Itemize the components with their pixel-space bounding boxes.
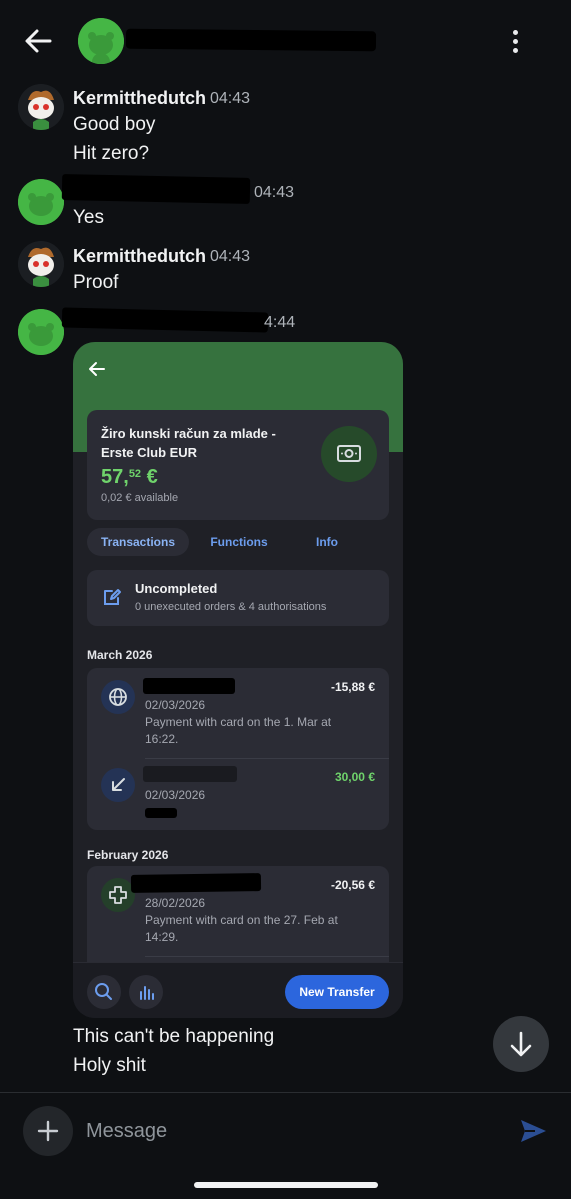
edit-document-icon [101, 586, 123, 608]
arrow-down-icon [510, 1031, 532, 1057]
bar-chart-icon [129, 975, 163, 1009]
sender-avatar[interactable] [18, 309, 64, 355]
uncompleted-title: Uncompleted [135, 581, 218, 596]
transaction-description: Payment with card on the 1. Mar at 16:22… [145, 715, 332, 746]
bank-bottom-bar: New Transfer [73, 962, 403, 1018]
search-icon [87, 975, 121, 1009]
tab-functions: Functions [210, 535, 268, 549]
sender-name-redacted [61, 174, 251, 204]
bank-tabs: Transactions Functions Info [87, 528, 389, 556]
pharmacy-cross-icon [101, 878, 135, 912]
more-menu-button[interactable] [506, 28, 524, 56]
account-card: Žiro kunski račun za mlade - Erste Club … [87, 410, 389, 520]
uncompleted-subtitle: 0 unexecuted orders & 4 authorisations [135, 601, 327, 613]
kermit-avatar-icon [18, 84, 64, 130]
message-text: This can't be happening [73, 1026, 275, 1047]
uncompleted-card: Uncompleted 0 unexecuted orders & 4 auth… [87, 570, 389, 626]
arrow-in-icon [101, 768, 135, 802]
message-text: Holy shit [73, 1055, 146, 1076]
add-attachment-button[interactable] [23, 1106, 73, 1156]
message-time: 04:43 [254, 184, 295, 201]
message-time: 4:44 [264, 314, 296, 331]
plus-icon [37, 1120, 59, 1142]
transaction-amount: 30,00 € [334, 770, 375, 784]
month-header: March 2026 [87, 648, 153, 662]
transaction-amount: -15,88 € [330, 680, 375, 694]
back-button[interactable] [22, 26, 54, 56]
arrow-left-icon [25, 29, 52, 53]
transaction-date: 28/02/2026 [145, 896, 206, 910]
message-sender: Kermitthedutch [73, 246, 207, 266]
sender-name-redacted [143, 766, 237, 782]
reference-redacted [145, 808, 177, 818]
arrow-left-icon [89, 362, 105, 376]
transaction-date: 02/03/2026 [145, 698, 206, 712]
tab-transactions: Transactions [87, 528, 189, 556]
message-text: Yes [73, 207, 104, 228]
account-balance: 57,52 € [101, 466, 158, 488]
message-input[interactable] [86, 1117, 486, 1145]
send-icon [521, 1120, 546, 1142]
snoo-avatar-icon [18, 179, 64, 225]
snoo-avatar-icon [18, 309, 64, 355]
message-time: 04:43 [210, 248, 251, 265]
merchant-name-redacted [143, 678, 235, 694]
scroll-to-bottom-button[interactable] [493, 1016, 549, 1072]
cash-icon [321, 426, 377, 482]
account-name: Žiro kunski račun za mlade - Erste Club … [101, 426, 276, 460]
snoo-avatar-icon [78, 18, 124, 64]
chat-header [0, 0, 571, 82]
transaction-group: -15,88 € 02/03/2026 Payment with card on… [87, 668, 389, 830]
sender-avatar[interactable] [18, 84, 64, 130]
globe-icon [101, 680, 135, 714]
message-text: Hit zero? [73, 143, 150, 164]
contact-avatar[interactable] [78, 18, 124, 64]
transaction-date: 02/03/2026 [145, 788, 206, 802]
sender-avatar[interactable] [18, 179, 64, 225]
message-text: Proof [73, 272, 119, 293]
home-indicator [194, 1182, 378, 1188]
send-button[interactable] [517, 1115, 549, 1147]
message-composer [0, 1092, 571, 1199]
available-balance: 0,02 € available [101, 492, 179, 504]
message-time: 04:43 [210, 90, 251, 107]
message-text: Good boy [73, 114, 156, 135]
kermit-avatar-icon [18, 241, 64, 287]
shared-image[interactable]: Žiro kunski račun za mlade - Erste Club … [73, 342, 403, 1018]
new-transfer-button: New Transfer [285, 975, 389, 1009]
merchant-name-redacted [130, 873, 262, 893]
tab-info: Info [316, 535, 338, 549]
message-sender: Kermitthedutch [73, 88, 207, 108]
month-header: February 2026 [87, 848, 169, 862]
divider [145, 956, 389, 957]
divider [145, 758, 389, 759]
sender-name-redacted [61, 307, 269, 333]
more-vertical-icon [506, 30, 524, 53]
sender-avatar[interactable] [18, 241, 64, 287]
bank-back-button [87, 360, 107, 378]
transaction-amount: -20,56 € [330, 878, 375, 892]
transaction-description: Payment with card on the 27. Feb at 14:2… [145, 913, 338, 944]
contact-name-redacted [125, 28, 377, 52]
